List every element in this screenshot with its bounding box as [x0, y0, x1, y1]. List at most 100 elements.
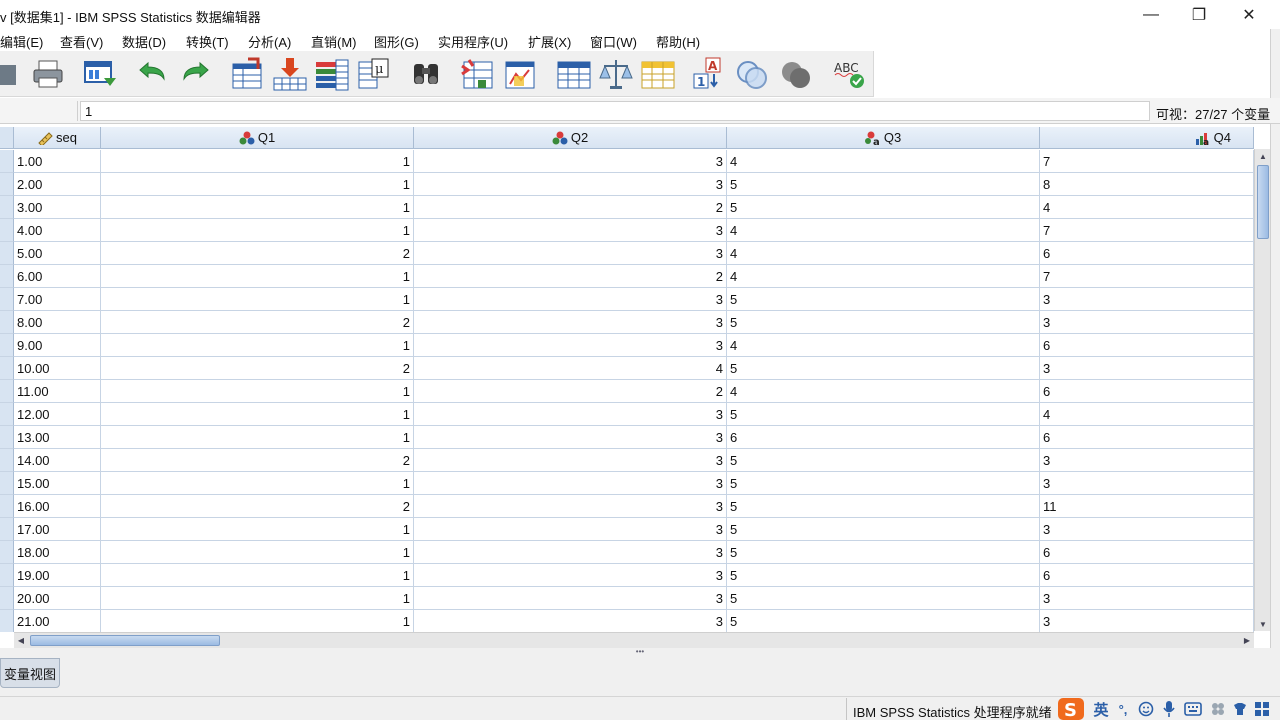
- pane-splitter[interactable]: •••: [0, 648, 1280, 656]
- cell-q1[interactable]: 1: [101, 541, 414, 564]
- row-header[interactable]: [0, 265, 14, 288]
- row-header[interactable]: [0, 518, 14, 541]
- show-all-variables-icon[interactable]: [778, 56, 814, 92]
- cell-q1[interactable]: 1: [101, 564, 414, 587]
- row-header[interactable]: [0, 541, 14, 564]
- redo-icon[interactable]: [178, 56, 214, 92]
- vertical-scrollbar[interactable]: ▲ ▼: [1254, 149, 1270, 631]
- cell-value-input[interactable]: 1: [80, 101, 1150, 121]
- close-button[interactable]: ✕: [1226, 0, 1272, 29]
- cell-q1[interactable]: 2: [101, 242, 414, 265]
- row-header[interactable]: [0, 610, 14, 632]
- row-header[interactable]: [0, 150, 14, 173]
- column-header-q2[interactable]: Q2: [414, 127, 727, 149]
- menu-help[interactable]: 帮助(H): [656, 32, 700, 51]
- cell-q3[interactable]: 5: [727, 610, 1040, 632]
- cell-q2[interactable]: 3: [414, 173, 727, 196]
- maximize-button[interactable]: ❐: [1176, 0, 1222, 29]
- cell-q1[interactable]: 1: [101, 288, 414, 311]
- cell-q1[interactable]: 1: [101, 472, 414, 495]
- cell-q4[interactable]: 3: [1040, 587, 1254, 610]
- menu-graphs[interactable]: 图形(G): [374, 32, 419, 51]
- cell-q2[interactable]: 3: [414, 242, 727, 265]
- cell-q4[interactable]: 8: [1040, 173, 1254, 196]
- vertical-scroll-thumb[interactable]: [1257, 165, 1269, 239]
- goto-variable-icon[interactable]: [272, 56, 308, 92]
- menu-data[interactable]: 数据(D): [122, 32, 166, 51]
- cell-seq[interactable]: 9.00: [14, 334, 101, 357]
- cell-seq[interactable]: 11.00: [14, 380, 101, 403]
- cell-q1[interactable]: 1: [101, 610, 414, 632]
- cell-q4[interactable]: 6: [1040, 426, 1254, 449]
- scroll-up-arrow-icon[interactable]: ▲: [1255, 149, 1271, 163]
- row-header[interactable]: [0, 173, 14, 196]
- cell-q3[interactable]: 4: [727, 334, 1040, 357]
- row-header[interactable]: [0, 380, 14, 403]
- cell-seq[interactable]: 15.00: [14, 472, 101, 495]
- cell-seq[interactable]: 19.00: [14, 564, 101, 587]
- insert-variable-icon[interactable]: [502, 56, 538, 92]
- cell-q3[interactable]: 5: [727, 311, 1040, 334]
- cell-seq[interactable]: 8.00: [14, 311, 101, 334]
- tab-variable-view[interactable]: 变量视图: [0, 658, 60, 688]
- select-cases-icon[interactable]: [640, 56, 676, 92]
- cell-q4[interactable]: 4: [1040, 196, 1254, 219]
- column-header-q3[interactable]: a Q3: [727, 127, 1040, 149]
- menu-view[interactable]: 查看(V): [60, 32, 103, 51]
- cell-q3[interactable]: 5: [727, 288, 1040, 311]
- cell-q4[interactable]: 6: [1040, 541, 1254, 564]
- menu-edit[interactable]: 编辑(E): [0, 32, 43, 51]
- cell-q2[interactable]: 3: [414, 311, 727, 334]
- cell-seq[interactable]: 21.00: [14, 610, 101, 632]
- split-file-icon[interactable]: [556, 56, 592, 92]
- cell-seq[interactable]: 14.00: [14, 449, 101, 472]
- cell-q3[interactable]: 4: [727, 150, 1040, 173]
- menu-direct-marketing[interactable]: 直销(M): [311, 32, 357, 51]
- cell-seq[interactable]: 20.00: [14, 587, 101, 610]
- print-icon[interactable]: [30, 56, 66, 92]
- row-header[interactable]: [0, 196, 14, 219]
- save-icon[interactable]: [0, 56, 18, 92]
- cell-q2[interactable]: 2: [414, 196, 727, 219]
- cell-seq[interactable]: 4.00: [14, 219, 101, 242]
- run-descriptive-icon[interactable]: μ: [356, 56, 392, 92]
- cell-q4[interactable]: 6: [1040, 564, 1254, 587]
- cell-q2[interactable]: 3: [414, 541, 727, 564]
- cell-q3[interactable]: 5: [727, 564, 1040, 587]
- cell-q1[interactable]: 1: [101, 219, 414, 242]
- cell-q2[interactable]: 3: [414, 403, 727, 426]
- punctuation-icon[interactable]: °,: [1114, 697, 1132, 720]
- keyboard-icon[interactable]: [1182, 697, 1204, 720]
- cell-seq[interactable]: 12.00: [14, 403, 101, 426]
- cell-q2[interactable]: 4: [414, 357, 727, 380]
- cell-q2[interactable]: 3: [414, 472, 727, 495]
- cell-q1[interactable]: 1: [101, 150, 414, 173]
- column-header-q1[interactable]: Q1: [101, 127, 414, 149]
- cell-q2[interactable]: 3: [414, 587, 727, 610]
- column-header-seq[interactable]: seq: [14, 127, 101, 149]
- cell-q3[interactable]: 4: [727, 242, 1040, 265]
- row-header[interactable]: [0, 311, 14, 334]
- column-header-q4[interactable]: a Q4: [1040, 127, 1254, 149]
- menu-extensions[interactable]: 扩展(X): [528, 32, 571, 51]
- cell-q3[interactable]: 4: [727, 265, 1040, 288]
- cell-q1[interactable]: 1: [101, 403, 414, 426]
- cell-seq[interactable]: 13.00: [14, 426, 101, 449]
- grid-menu-icon[interactable]: [1252, 697, 1272, 720]
- menu-transform[interactable]: 转换(T): [186, 32, 229, 51]
- row-header[interactable]: [0, 564, 14, 587]
- ime-language[interactable]: 英: [1090, 697, 1112, 720]
- tools-icon[interactable]: [1208, 697, 1228, 720]
- goto-case-icon[interactable]: [230, 56, 266, 92]
- corner-header[interactable]: [0, 127, 14, 149]
- find-icon[interactable]: [408, 56, 444, 92]
- cell-q4[interactable]: 7: [1040, 150, 1254, 173]
- weight-cases-icon[interactable]: [598, 56, 634, 92]
- cell-q2[interactable]: 3: [414, 495, 727, 518]
- cell-q3[interactable]: 5: [727, 472, 1040, 495]
- cell-q3[interactable]: 5: [727, 173, 1040, 196]
- menu-utilities[interactable]: 实用程序(U): [438, 32, 508, 51]
- cell-q4[interactable]: 7: [1040, 265, 1254, 288]
- cell-q2[interactable]: 3: [414, 449, 727, 472]
- cell-q3[interactable]: 5: [727, 495, 1040, 518]
